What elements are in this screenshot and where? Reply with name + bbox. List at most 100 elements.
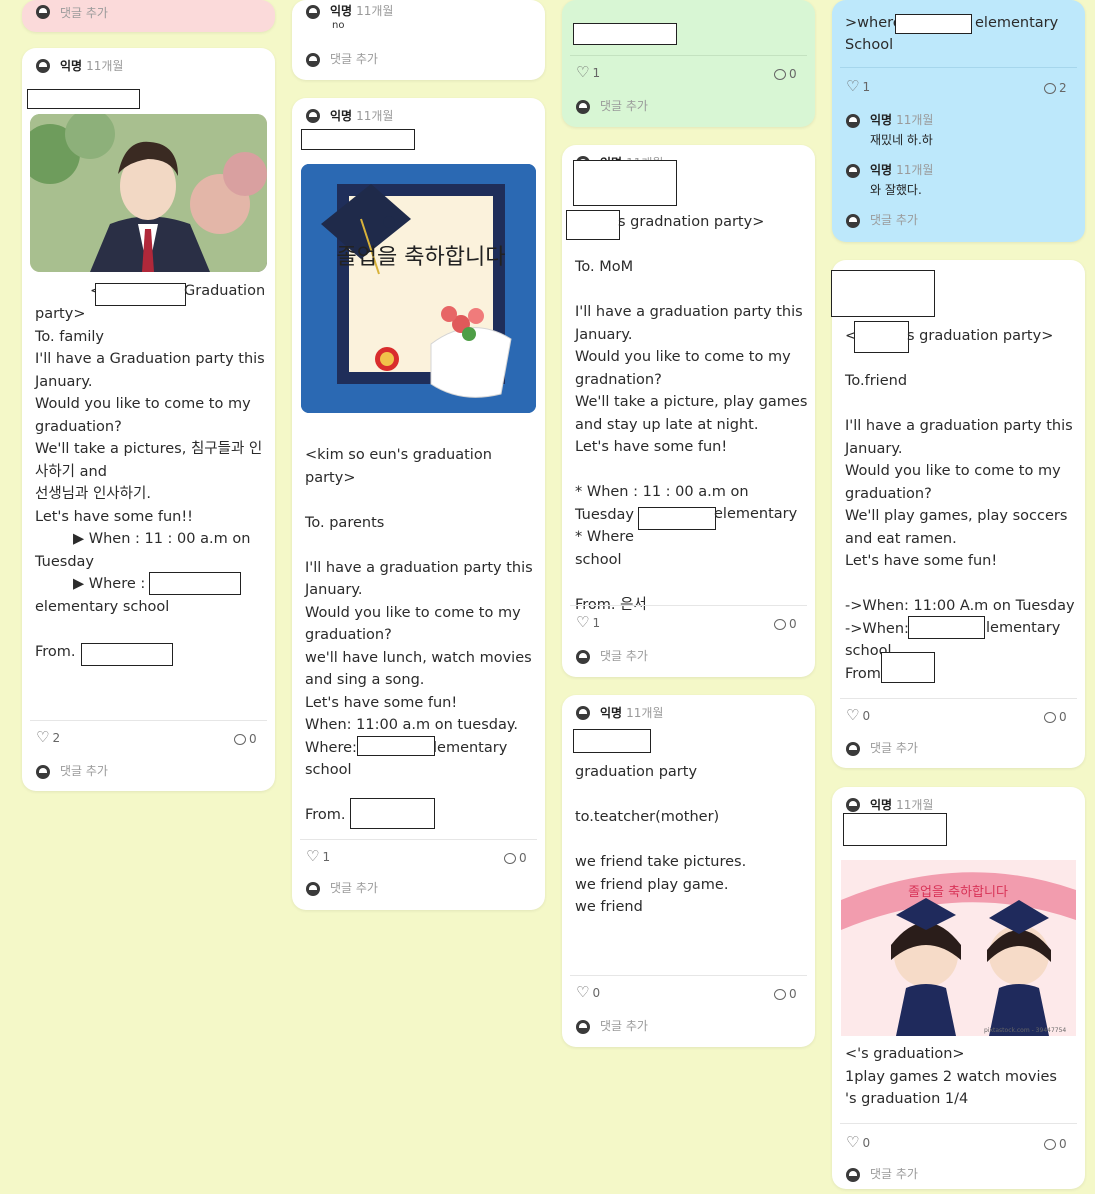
where-head: >where	[845, 15, 902, 31]
post-body: <'s graduation> 1play games 2 watch movi…	[845, 1046, 1057, 1107]
add-comment-link[interactable]: 댓글 추가	[330, 50, 378, 67]
comment-icon	[504, 852, 516, 864]
add-comment-link[interactable]: 댓글 추가	[870, 739, 918, 756]
add-comment-link[interactable]: 댓글 추가	[330, 879, 378, 896]
redacted-name	[854, 321, 909, 353]
post-card: 익명11개월 s gradnation party> To. MoM I'll …	[562, 145, 815, 677]
comment-icon	[774, 988, 786, 1000]
post-card-top-col3: ♡ 1 0 댓글 추가	[562, 0, 815, 127]
heart-icon: ♡	[36, 728, 50, 746]
add-comment-link[interactable]: 댓글 추가	[600, 647, 648, 664]
like-button[interactable]: ♡ 0	[846, 1135, 870, 1150]
comment-count[interactable]: 0	[774, 987, 797, 1001]
heart-icon: ♡	[576, 983, 590, 1001]
heart-icon: ♡	[846, 1133, 860, 1151]
redacted-title	[573, 729, 651, 753]
like-button[interactable]: ♡ 1	[306, 849, 330, 864]
add-comment-link[interactable]: 댓글 추가	[870, 1165, 918, 1182]
post-photo: 졸업을 축하합니다	[301, 164, 536, 413]
comment-count[interactable]: 0	[504, 851, 527, 865]
post-title: s graduation party>	[907, 328, 1054, 344]
add-comment-link[interactable]: 댓글 추가	[870, 211, 918, 228]
post-photo	[30, 114, 267, 272]
comment-count[interactable]: 0	[1044, 1137, 1067, 1151]
add-comment-link[interactable]: 댓글 추가	[600, 1017, 648, 1034]
comment-count[interactable]: 0	[774, 67, 797, 81]
post-body: party> To. family I'll have a Graduation…	[35, 306, 265, 660]
avatar	[36, 59, 50, 73]
avatar	[846, 164, 860, 178]
divider	[570, 975, 807, 976]
where-tail: lementary	[433, 740, 508, 756]
redacted-title	[27, 89, 140, 109]
avatar	[576, 1020, 590, 1034]
image-caption: 졸업을 축하합니다	[908, 885, 1008, 900]
post-card: 익명 11개월 graduation party to.teatcher(moth…	[562, 695, 815, 1047]
when-tail: lementary	[986, 620, 1061, 636]
redacted-title	[301, 129, 415, 150]
post-title-tail: Graduation	[184, 283, 266, 299]
divider	[300, 839, 537, 840]
post-title: s gradnation party>	[618, 214, 765, 230]
post-meta: 익명11개월	[60, 59, 124, 73]
like-button[interactable]: ♡ 1	[576, 615, 600, 630]
avatar	[846, 1168, 860, 1182]
comment-count[interactable]: 0	[774, 617, 797, 631]
comment-meta: 익명 11개월	[870, 113, 934, 127]
redacted-from	[881, 652, 935, 683]
divider	[570, 605, 807, 606]
avatar	[306, 109, 320, 123]
redacted-title	[843, 813, 947, 846]
like-button[interactable]: ♡ 1	[576, 65, 600, 80]
post-card-top-col1: 댓글 추가	[22, 0, 275, 32]
comment-text: 재밌네 하.하	[870, 133, 933, 147]
comment-icon	[1044, 82, 1056, 94]
avatar	[36, 5, 50, 19]
post-meta: 익명11개월	[600, 706, 664, 720]
post-card: < s graduation party> To.friend I'll hav…	[831, 260, 1085, 768]
like-button[interactable]: ♡ 2	[36, 730, 60, 745]
post-body: no	[332, 20, 345, 31]
comment-icon	[1044, 1138, 1056, 1150]
comment-count[interactable]: 0	[234, 732, 257, 746]
heart-icon: ♡	[576, 63, 590, 81]
add-comment-link[interactable]: 댓글 추가	[60, 4, 108, 21]
redacted-text	[573, 23, 677, 45]
post-body: graduation party to.teatcher(mother) we …	[575, 764, 747, 915]
avatar	[306, 5, 320, 19]
post-photo: 졸업을 축하합니다	[841, 860, 1076, 1036]
post-meta: 익명11개월	[330, 4, 394, 18]
heart-icon: ♡	[576, 613, 590, 631]
divider	[30, 720, 267, 721]
redacted-name	[566, 210, 620, 240]
image-caption: 졸업을 축하합니다	[337, 245, 506, 270]
like-button[interactable]: ♡ 1	[846, 79, 870, 94]
avatar	[576, 650, 590, 664]
heart-icon: ♡	[306, 847, 320, 865]
post-body-line: School	[845, 37, 894, 53]
comment-icon	[774, 68, 786, 80]
add-comment-link[interactable]: 댓글 추가	[600, 97, 648, 114]
post-card: 익명 11개월 졸업을 축하합니다 pixtastock.com - 394477…	[832, 787, 1085, 1189]
add-comment-link[interactable]: 댓글 추가	[60, 762, 108, 779]
post-meta: 익명11개월	[870, 798, 934, 812]
comment-meta: 익명 11개월	[870, 163, 934, 177]
comment-text: 와 잘했다.	[870, 183, 922, 197]
post-body: <kim so eun's graduation party> To. pare…	[305, 447, 533, 823]
divider	[840, 698, 1077, 699]
heart-icon: ♡	[846, 706, 860, 724]
comment-icon	[774, 618, 786, 630]
divider	[570, 55, 807, 56]
comment-icon	[1044, 711, 1056, 723]
comment-count[interactable]: 2	[1044, 81, 1067, 95]
like-button[interactable]: ♡ 0	[576, 985, 600, 1000]
avatar	[306, 882, 320, 896]
comment-count[interactable]: 0	[1044, 710, 1067, 724]
heart-icon: ♡	[846, 77, 860, 95]
comment-icon	[234, 733, 246, 745]
avatar	[846, 798, 860, 812]
post-meta: 익명11개월	[330, 109, 394, 123]
post-card-top-col2: 익명 11개월 no 댓글 추가	[292, 0, 545, 80]
like-button[interactable]: ♡ 0	[846, 708, 870, 723]
post-card: 익명11개월 < Graduation party> To. family I'…	[22, 48, 275, 791]
